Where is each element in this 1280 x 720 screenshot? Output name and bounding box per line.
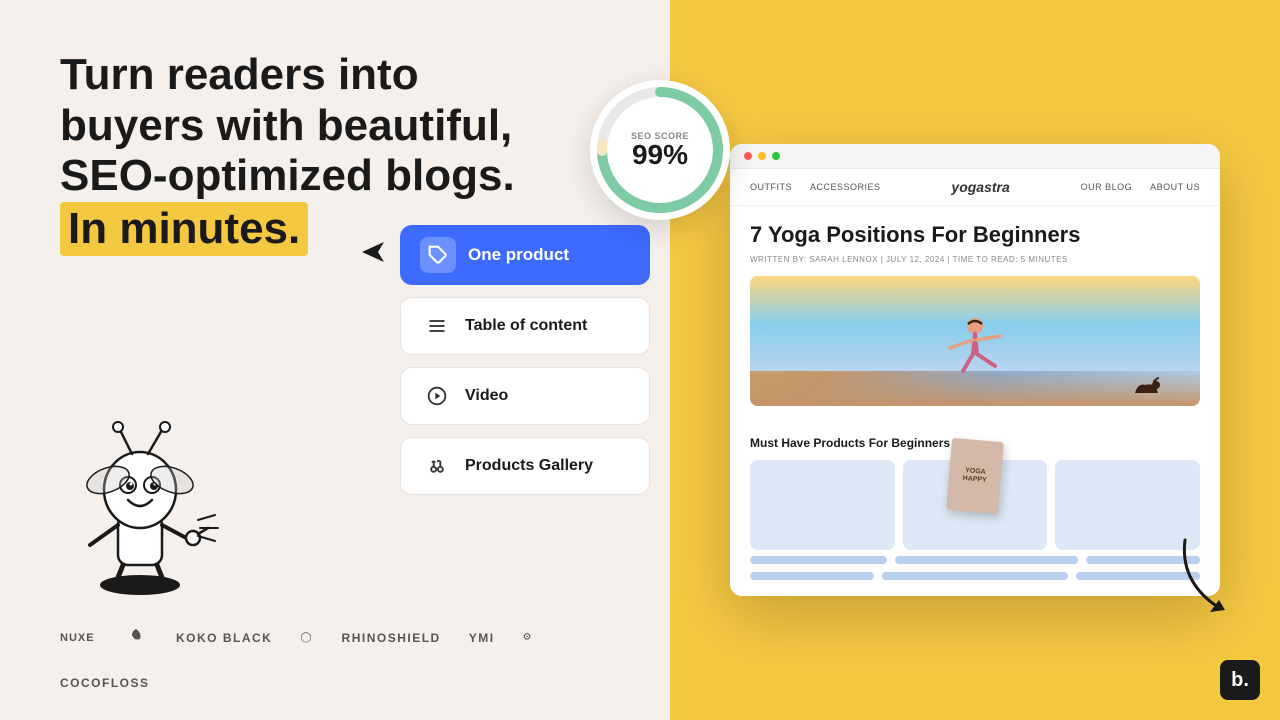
label-bar [750,572,874,580]
nav-logo: yogastra [951,179,1009,195]
brand-koko-black: KOKO BLACK [176,631,272,645]
cocofloss-icon: ⚙ [523,632,532,643]
product-labels-row [750,556,1200,564]
grid-icon [421,450,453,482]
feature-cards: One product Table of content Video [400,225,650,495]
left-panel: Turn readers into buyers with beautiful,… [0,0,670,720]
svg-text:NUXE: NUXE [60,632,95,643]
tag-icon [420,237,456,273]
nuxe-leaf-icon [128,627,144,648]
product-card-1 [750,460,895,550]
product-labels-row2 [750,572,1200,580]
right-panel: OUTFITS ACCESSORIES yogastra OUR BLOG AB… [670,0,1280,720]
products-section: Must Have Products For Beginners YOGA HA… [730,436,1220,596]
browser-mockup: OUTFITS ACCESSORIES yogastra OUR BLOG AB… [730,144,1220,595]
nav-links-right: OUR BLOG ABOUT US [1081,182,1200,192]
card-one-product-label: One product [468,245,569,265]
browser-bar [730,144,1220,169]
card-video[interactable]: Video [400,367,650,425]
blog-meta: WRITTEN BY: SARAH LENNOX | JULY 12, 2024… [750,255,1200,264]
seo-score-widget: SEO SCORE 99% [590,80,730,220]
card-table-of-content[interactable]: Table of content [400,297,650,355]
nav-links: OUTFITS ACCESSORIES [750,182,881,192]
book-title: YOGA HAPPY [962,466,987,485]
list-icon [421,310,453,342]
send-arrow-icon [360,240,388,270]
mascot [50,400,250,620]
label-bar [882,572,1068,580]
book-cover: YOGA HAPPY [946,438,1004,514]
nav-bar: OUTFITS ACCESSORIES yogastra OUR BLOG AB… [730,169,1220,206]
products-grid: YOGA HAPPY [750,460,1200,550]
nav-accessories[interactable]: ACCESSORIES [810,182,881,192]
product-card-featured: YOGA HAPPY [903,460,1048,550]
nav-about-us[interactable]: ABOUT US [1150,182,1200,192]
browser-dot-yellow [758,152,766,160]
b-logo: b. [1220,660,1260,700]
headline-highlight: In minutes. [60,202,308,257]
play-circle-icon [421,380,453,412]
browser-dot-red [744,152,752,160]
brand-cocofloss: COCOFLOSS [60,676,150,690]
headline-line2: buyers with beautiful, [60,101,512,150]
blog-hero-image [750,276,1200,406]
card-table-of-content-label: Table of content [465,317,587,335]
rhinoshield-icon: ◯ [300,632,311,643]
headline-line1: Turn readers into [60,50,419,99]
card-video-label: Video [465,387,508,405]
label-bar [750,556,887,564]
card-products-gallery[interactable]: Products Gallery [400,437,650,495]
label-bar [895,556,1078,564]
brand-logos: NUXE KOKO BLACK ◯ RHINOSHIELD YMI ⚙ COCO… [60,627,620,690]
brand-rhinoshield: RHINOSHIELD [342,631,441,645]
blog-title: 7 Yoga Positions For Beginners [750,222,1200,248]
browser-dot-green [772,152,780,160]
nav-our-blog[interactable]: OUR BLOG [1081,182,1133,192]
seo-ring-svg [590,80,730,220]
headline-line3: SEO-optimized blogs. [60,151,515,200]
dog-figure [1130,373,1160,398]
card-products-gallery-label: Products Gallery [465,457,593,475]
curved-arrow-connector [1175,540,1255,620]
card-one-product[interactable]: One product [400,225,650,285]
blog-content: 7 Yoga Positions For Beginners WRITTEN B… [730,206,1220,435]
brand-ymi: YMI [469,631,495,645]
brand-nuxe: NUXE [60,629,100,646]
nav-outfits[interactable]: OUTFITS [750,182,792,192]
yoga-figure [935,316,1015,386]
product-card-3 [1055,460,1200,550]
